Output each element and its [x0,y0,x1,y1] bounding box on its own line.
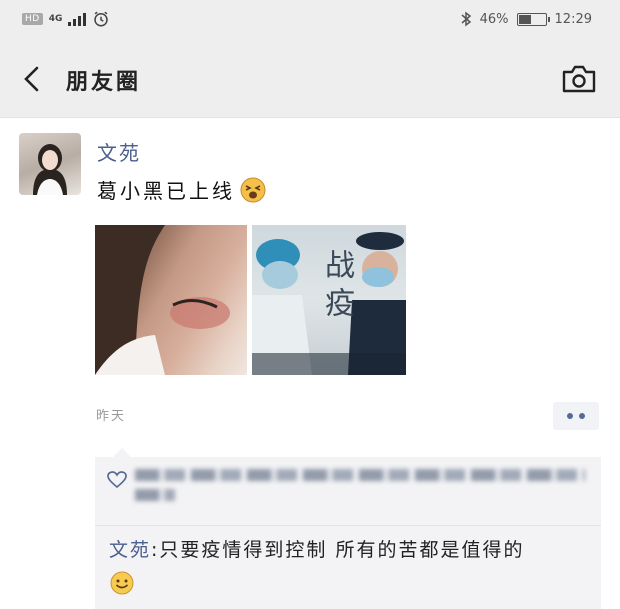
heart-outline-icon [107,471,127,489]
alarm-icon [94,11,109,27]
camera-icon[interactable] [562,64,596,94]
status-left: HD 4G [22,10,110,28]
photo-1-illustration [95,225,230,375]
network-label: 4G [48,13,63,24]
avatar-portrait [33,144,67,195]
bluetooth-icon [461,11,471,27]
likes-separator [95,525,601,526]
status-bar: HD 4G 46% 12:29 [0,0,620,42]
comment-item[interactable]: 文苑:只要疫情得到控制 所有的苦都是值得的 [109,535,589,596]
avatar[interactable] [19,133,81,195]
post-author[interactable]: 文苑 [97,137,141,166]
network-type: 4G [48,13,63,24]
battery-icon [516,12,550,26]
more-actions-button[interactable] [553,402,599,430]
nav-bar: 朋友圈 [0,42,620,118]
battery-percent: 46% [479,11,509,27]
battery-fill [518,14,531,24]
post-photo-1[interactable] [95,225,247,375]
post-photo-2[interactable]: 战疫 [252,225,406,375]
interaction-area: 文苑:只要疫情得到控制 所有的苦都是值得的 [95,448,601,609]
tired-face-emoji [240,177,266,202]
photo-2-caption: 战疫 [319,249,354,325]
status-right: 46% 12:29 [460,11,592,27]
hd-badge: HD [22,13,43,25]
dot-icon [579,413,585,419]
post-text: 葛小黑已上线 [97,179,235,203]
comment-text: 只要疫情得到控制 所有的苦都是值得的 [159,539,525,561]
status-time: 12:29 [554,11,592,27]
comment-author[interactable]: 文苑 [109,539,151,561]
smile-emoji [110,571,134,594]
chevron-left-icon[interactable] [18,64,48,94]
dot-icon [567,413,573,419]
page-title: 朋友圈 [66,70,142,95]
likes-list-blurred [135,469,585,513]
moment-post: 文苑 葛小黑已上线 战疫 昨天 文苑:只要疫情得到控制 所有的苦都是值得的 [0,119,620,609]
signal-icon [68,12,87,26]
post-timestamp: 昨天 [96,409,127,424]
post-text-row: 葛小黑已上线 [97,175,267,204]
